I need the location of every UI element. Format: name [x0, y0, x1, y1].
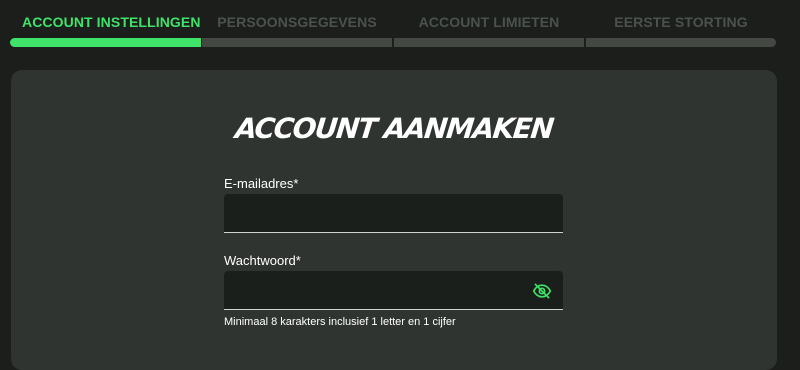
step-label: ACCOUNT INSTELLINGEN	[22, 14, 201, 30]
email-label: E-mailadres*	[224, 176, 299, 191]
step-account-instellingen[interactable]: ACCOUNT INSTELLINGEN	[10, 0, 201, 48]
step-progress-bar	[586, 38, 776, 47]
registration-card: ACCOUNT AANMAKEN E-mailadres* Wachtwoord…	[11, 70, 777, 370]
step-progress-bar	[202, 38, 392, 47]
step-account-limieten[interactable]: ACCOUNT LIMIETEN	[394, 0, 584, 48]
step-progress-bar	[10, 38, 201, 47]
password-label: Wachtwoord*	[224, 253, 301, 268]
step-label: EERSTE STORTING	[614, 14, 748, 30]
password-field[interactable]	[224, 271, 563, 310]
step-label: ACCOUNT LIMIETEN	[418, 14, 560, 30]
step-progress-bar	[394, 38, 584, 47]
step-eerste-storting[interactable]: EERSTE STORTING	[586, 0, 776, 48]
password-hint: Minimaal 8 karakters inclusief 1 letter …	[224, 316, 456, 328]
eye-off-icon[interactable]	[532, 281, 552, 301]
form-title: ACCOUNT AANMAKEN	[233, 112, 555, 145]
step-persoonsgegevens[interactable]: PERSOONSGEGEVENS	[202, 0, 392, 48]
email-field[interactable]	[224, 194, 563, 233]
progress-steps: ACCOUNT INSTELLINGEN PERSOONSGEGEVENS AC…	[10, 0, 776, 48]
step-label: PERSOONSGEGEVENS	[217, 14, 377, 30]
